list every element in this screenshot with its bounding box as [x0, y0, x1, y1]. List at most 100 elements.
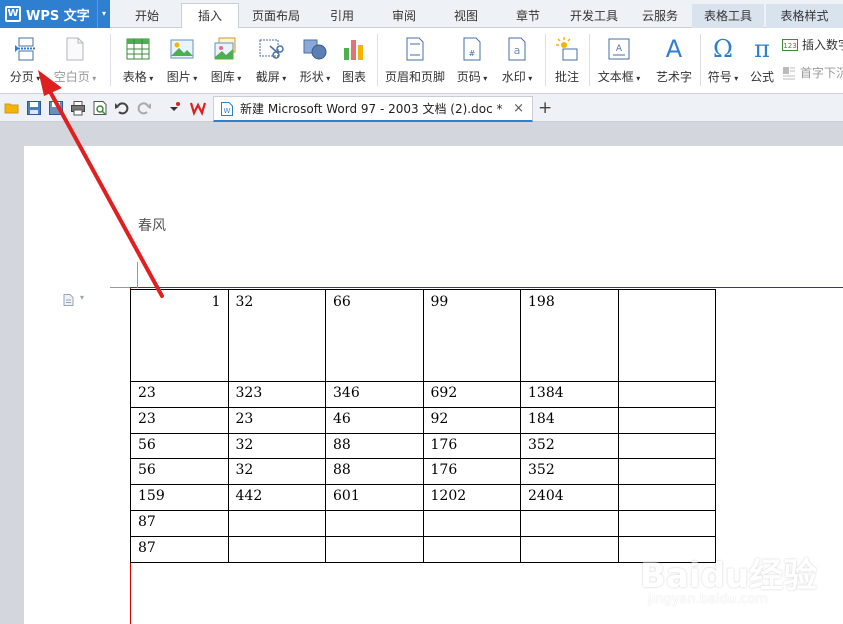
- chevron-down-icon[interactable]: ▾: [90, 74, 96, 83]
- header-text[interactable]: 春风: [138, 215, 166, 235]
- close-tab-icon[interactable]: ×: [513, 101, 524, 116]
- table-cell[interactable]: [227, 509, 326, 537]
- table-cell[interactable]: [617, 381, 716, 408]
- table-cell[interactable]: 323: [227, 381, 326, 408]
- new-tab-button[interactable]: +: [538, 98, 552, 118]
- table-cell[interactable]: 32: [227, 289, 326, 382]
- table-cell[interactable]: [617, 406, 716, 434]
- table-cell[interactable]: 184: [520, 406, 619, 434]
- tab-references[interactable]: 引用: [318, 4, 366, 28]
- table-cell[interactable]: 23: [227, 406, 326, 434]
- chevron-down-icon[interactable]: ▾: [147, 74, 153, 83]
- blank-page-button[interactable]: 空白页 ▾: [52, 32, 98, 90]
- table-cell[interactable]: 176: [422, 458, 521, 486]
- wps-app-menu-button[interactable]: W WPS 文字 ▾: [0, 0, 110, 28]
- table-cell[interactable]: 87: [130, 535, 229, 563]
- chevron-down-icon[interactable]: ▾: [280, 74, 286, 83]
- table-cell[interactable]: 46: [325, 406, 424, 434]
- table-cell[interactable]: 1384: [520, 381, 619, 408]
- tab-chapter[interactable]: 章节: [504, 4, 552, 28]
- table-cell[interactable]: 32: [227, 432, 326, 460]
- redo-icon[interactable]: [136, 100, 152, 116]
- tab-table-style[interactable]: 表格样式: [766, 4, 843, 28]
- screenshot-button[interactable]: 截屏 ▾: [250, 32, 292, 90]
- undo-icon[interactable]: [114, 100, 130, 116]
- table-cell[interactable]: 56: [130, 458, 229, 486]
- table-cell[interactable]: 56: [130, 432, 229, 460]
- tab-developer[interactable]: 开发工具: [562, 4, 626, 28]
- table-cell[interactable]: [325, 535, 424, 563]
- table-cell[interactable]: 87: [130, 509, 229, 537]
- table-cell[interactable]: 352: [520, 432, 619, 460]
- table-cell[interactable]: 92: [422, 406, 521, 434]
- table-cell[interactable]: [422, 509, 521, 537]
- table-cell[interactable]: 66: [325, 289, 424, 382]
- chevron-down-icon[interactable]: ▾: [481, 74, 487, 83]
- tab-insert[interactable]: 插入: [181, 3, 239, 29]
- print-preview-icon[interactable]: [92, 100, 108, 116]
- document-tab[interactable]: W 新建 Microsoft Word 97 - 2003 文档 (2).doc…: [213, 96, 533, 122]
- table-cell[interactable]: [520, 535, 619, 563]
- open-folder-icon[interactable]: [4, 100, 20, 116]
- table-cell[interactable]: 601: [325, 484, 424, 511]
- table-cell[interactable]: [617, 289, 716, 382]
- table-cell[interactable]: 99: [422, 289, 521, 382]
- header-footer-button[interactable]: 页眉和页脚: [382, 32, 448, 90]
- picture-button[interactable]: 图片 ▾: [162, 32, 202, 90]
- table-cell[interactable]: [227, 535, 326, 563]
- chevron-down-icon[interactable]: ▾: [324, 74, 330, 83]
- tab-view[interactable]: 视图: [442, 4, 490, 28]
- save-icon[interactable]: [26, 100, 42, 116]
- chevron-down-icon[interactable]: ▾: [526, 74, 532, 83]
- paragraph-layout-icon[interactable]: [62, 293, 76, 307]
- watermark-button[interactable]: a 水印 ▾: [496, 32, 538, 90]
- table-cell[interactable]: [617, 458, 716, 486]
- chevron-down-icon[interactable]: ▾: [191, 74, 197, 83]
- tab-page-layout[interactable]: 页面布局: [246, 4, 306, 28]
- chevron-down-icon[interactable]: ▾: [732, 74, 738, 83]
- table-cell[interactable]: 442: [227, 484, 326, 511]
- table-button[interactable]: 表格 ▾: [116, 32, 160, 90]
- table-cell[interactable]: [422, 535, 521, 563]
- data-table[interactable]: 1 32 66 99 198 23 323 346 692 1384 23 23 46 92 184 56 32…: [130, 289, 716, 563]
- table-cell[interactable]: 2404: [520, 484, 619, 511]
- chevron-down-icon[interactable]: ▾: [34, 74, 40, 83]
- gallery-button[interactable]: 图库 ▾: [205, 32, 247, 90]
- table-cell[interactable]: 1: [130, 289, 229, 382]
- wps-home-icon[interactable]: [190, 100, 206, 116]
- table-cell[interactable]: 23: [130, 406, 229, 434]
- table-cell[interactable]: 352: [520, 458, 619, 486]
- save-as-icon[interactable]: [48, 100, 64, 116]
- symbol-button[interactable]: Ω 符号 ▾: [703, 32, 743, 90]
- chevron-down-icon[interactable]: ▾: [80, 293, 84, 302]
- tab-review[interactable]: 审阅: [380, 4, 428, 28]
- chevron-down-icon[interactable]: ▾: [97, 0, 110, 28]
- comment-button[interactable]: 批注: [550, 32, 584, 90]
- equation-button[interactable]: π 公式: [744, 32, 780, 90]
- tab-home[interactable]: 开始: [122, 4, 172, 28]
- table-cell[interactable]: [520, 509, 619, 537]
- table-cell[interactable]: 23: [130, 381, 229, 408]
- table-cell[interactable]: [325, 509, 424, 537]
- table-cell[interactable]: [617, 484, 716, 511]
- tab-cloud[interactable]: 云服务: [634, 4, 686, 28]
- table-cell[interactable]: 1202: [422, 484, 521, 511]
- wordart-button[interactable]: A 艺术字: [652, 32, 696, 90]
- shape-button[interactable]: 形状 ▾: [294, 32, 336, 90]
- tab-table-tools[interactable]: 表格工具: [692, 4, 764, 28]
- table-cell[interactable]: 692: [422, 381, 521, 408]
- chart-button[interactable]: 图表: [336, 32, 372, 90]
- table-cell[interactable]: 159: [130, 484, 229, 511]
- textbox-button[interactable]: A 文本框 ▾: [594, 32, 644, 90]
- table-cell[interactable]: [617, 432, 716, 460]
- table-cell[interactable]: [617, 509, 716, 537]
- table-cell[interactable]: 32: [227, 458, 326, 486]
- insert-number-button[interactable]: 123 插入数字: [782, 36, 843, 53]
- customize-toolbar-icon[interactable]: [166, 100, 182, 116]
- table-cell[interactable]: 88: [325, 432, 424, 460]
- page-break-button[interactable]: 分页 ▾: [4, 32, 46, 90]
- chevron-down-icon[interactable]: ▾: [235, 74, 241, 83]
- drop-cap-button[interactable]: 首字下沉: [782, 64, 843, 81]
- table-cell[interactable]: 88: [325, 458, 424, 486]
- table-cell[interactable]: 176: [422, 432, 521, 460]
